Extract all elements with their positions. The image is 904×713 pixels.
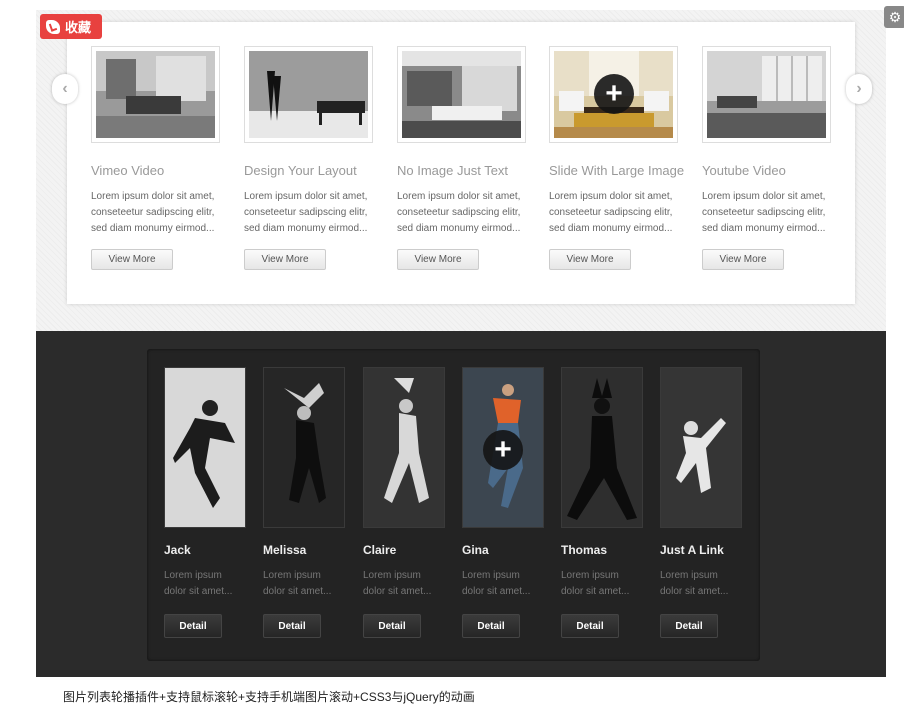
item-description: Lorem ipsum dolor sit amet, conseteetur …: [702, 191, 826, 234]
profile-description: Lorem ipsum dolor sit amet...: [561, 570, 630, 597]
dancer-image: [562, 368, 642, 527]
detail-button[interactable]: Detail: [363, 614, 421, 638]
item-description: Lorem ipsum dolor sit amet, conseteetur …: [397, 191, 521, 234]
dancer-image: [165, 368, 245, 527]
detail-button[interactable]: Detail: [164, 614, 222, 638]
dancer-photo[interactable]: [164, 367, 246, 528]
interior-photo: [707, 51, 826, 138]
item-title: Vimeo Video: [91, 163, 165, 178]
settings-icon[interactable]: ⚙: [884, 6, 904, 28]
dancer-image: [661, 368, 741, 527]
favorite-badge[interactable]: 收藏: [40, 14, 102, 39]
plus-icon[interactable]: +: [594, 74, 634, 114]
carousel-item: Design Your Layout Lorem ipsum dolor sit…: [244, 46, 374, 270]
chevron-right-icon[interactable]: ›: [846, 74, 872, 104]
profile-card: Jack Lorem ipsum dolor sit amet... Detai…: [164, 367, 246, 638]
profile-name: Thomas: [561, 543, 608, 557]
detail-button[interactable]: Detail: [561, 614, 619, 638]
carousel-item: No Image Just Text Lorem ipsum dolor sit…: [397, 46, 527, 270]
profile-card: Just A Link Lorem ipsum dolor sit amet..…: [660, 367, 742, 638]
profile-description: Lorem ipsum dolor sit amet...: [462, 570, 531, 597]
dancer-image: [364, 368, 444, 527]
item-description: Lorem ipsum dolor sit amet, conseteetur …: [549, 191, 673, 234]
item-title: Youtube Video: [702, 163, 786, 178]
profile-card: + Gina Lorem ipsum dolor sit amet... Det…: [462, 367, 544, 638]
plus-icon[interactable]: +: [483, 430, 523, 470]
profile-name: Just A Link: [660, 543, 724, 557]
profile-name: Gina: [462, 543, 489, 557]
profile-description: Lorem ipsum dolor sit amet...: [363, 570, 432, 597]
dancer-photo[interactable]: [263, 367, 345, 528]
dancer-photo[interactable]: [660, 367, 742, 528]
detail-button[interactable]: Detail: [660, 614, 718, 638]
dancer-photo[interactable]: [363, 367, 445, 528]
carousel-item: + Slide With Large Image Lorem ipsum dol…: [549, 46, 685, 270]
profile-description: Lorem ipsum dolor sit amet...: [164, 570, 233, 597]
thumbnail-image[interactable]: [397, 46, 526, 143]
profile-card: Melissa Lorem ipsum dolor sit amet... De…: [263, 367, 345, 638]
page: 收藏 ⚙ ‹ › Vimeo Video Lorem ipsum dolor s…: [0, 0, 904, 713]
thumbnail-image[interactable]: [702, 46, 831, 143]
carousel-item: Vimeo Video Lorem ipsum dolor sit amet, …: [91, 46, 221, 270]
item-description: Lorem ipsum dolor sit amet, conseteetur …: [244, 191, 368, 234]
heart-icon: [46, 19, 60, 34]
item-title: Design Your Layout: [244, 163, 357, 178]
item-description: Lorem ipsum dolor sit amet, conseteetur …: [91, 191, 215, 234]
dancer-photo[interactable]: [561, 367, 643, 528]
chevron-left-icon[interactable]: ‹: [52, 74, 78, 104]
dancer-image: [264, 368, 344, 527]
interior-photo: [249, 51, 368, 138]
interior-photo: [96, 51, 215, 138]
thumbnail-image[interactable]: +: [549, 46, 678, 143]
carousel-item: Youtube Video Lorem ipsum dolor sit amet…: [702, 46, 832, 270]
view-more-button[interactable]: View More: [549, 249, 631, 270]
profile-card: Claire Lorem ipsum dolor sit amet... Det…: [363, 367, 445, 638]
detail-button[interactable]: Detail: [462, 614, 520, 638]
view-more-button[interactable]: View More: [397, 249, 479, 270]
thumbnail-image[interactable]: [91, 46, 220, 143]
profile-description: Lorem ipsum dolor sit amet...: [660, 570, 729, 597]
profile-name: Claire: [363, 543, 397, 557]
view-more-button[interactable]: View More: [702, 249, 784, 270]
favorite-label: 收藏: [65, 20, 92, 35]
item-title: Slide With Large Image: [549, 163, 685, 178]
detail-button[interactable]: Detail: [263, 614, 321, 638]
view-more-button[interactable]: View More: [91, 249, 173, 270]
profile-card: Thomas Lorem ipsum dolor sit amet... Det…: [561, 367, 643, 638]
profile-description: Lorem ipsum dolor sit amet...: [263, 570, 332, 597]
page-caption: 图片列表轮播插件+支持鼠标滚轮+支持手机端图片滚动+CSS3与jQuery的动画: [63, 690, 475, 704]
interior-photo: [402, 51, 521, 138]
dancer-photo[interactable]: +: [462, 367, 544, 528]
view-more-button[interactable]: View More: [244, 249, 326, 270]
item-title: No Image Just Text: [397, 163, 509, 178]
profile-name: Jack: [164, 543, 191, 557]
profile-name: Melissa: [263, 543, 307, 557]
thumbnail-image[interactable]: [244, 46, 373, 143]
